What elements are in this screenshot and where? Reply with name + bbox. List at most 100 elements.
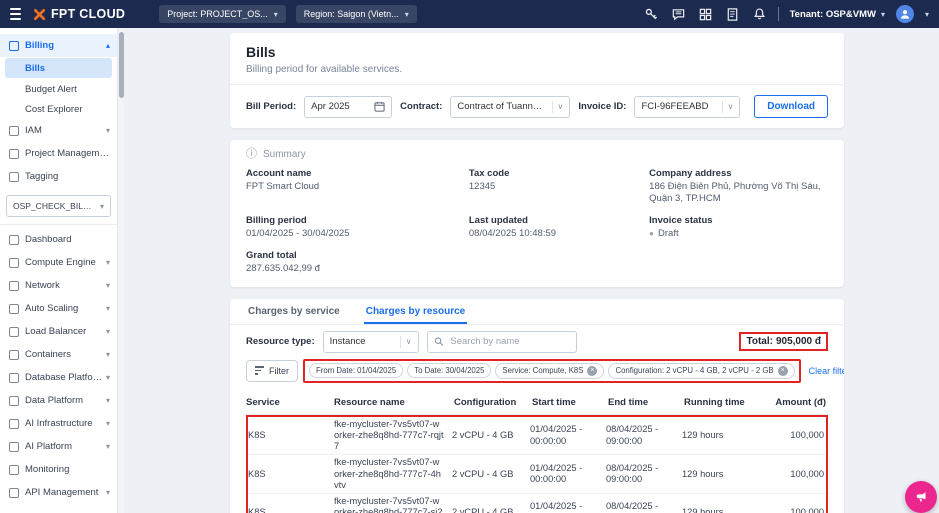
contract-select[interactable]: Contract of Tuannn52... ∨ (450, 96, 570, 118)
sidebar-item-data-platform[interactable]: Data Platform▾ (0, 389, 117, 412)
chevron-down-icon: ∨ (728, 102, 734, 111)
filter-chip-from-date: From Date: 01/04/2025 (309, 363, 403, 378)
sidebar-item-monitoring[interactable]: Monitoring (0, 458, 117, 481)
annotation-chips-box: From Date: 01/04/2025 To Date: 30/04/2025… (303, 359, 801, 383)
monitoring-icon (9, 465, 19, 475)
column-header-running-time: Running time (684, 395, 764, 410)
sidebar-scope-select[interactable]: OSP_CHECK_BILL_001▾ (6, 195, 111, 217)
sidebar-item-label: Compute Engine (25, 257, 103, 268)
sidebar-item-database-platform[interactable]: Database Platform▾ (0, 366, 117, 389)
sidebar-item-load-balancer[interactable]: Load Balancer▾ (0, 320, 117, 343)
chevron-down-icon: ▾ (106, 126, 110, 135)
sidebar-item-label: Data Platform (25, 395, 103, 406)
tagging-icon (9, 172, 19, 182)
ai-infrastructure-icon (9, 419, 19, 429)
billing-icon (9, 41, 19, 51)
sidebar-item-label: Dashboard (25, 234, 110, 245)
table-row: K8Sfke-mycluster-7vs5vt07-worker-zhe8q8h… (248, 417, 826, 455)
notification-bell-icon[interactable] (752, 7, 767, 22)
remove-chip-icon[interactable]: × (778, 366, 788, 376)
summary-field-account-name: Account nameFPT Smart Cloud (246, 168, 459, 205)
chevron-down-icon: ▾ (274, 10, 278, 19)
topbar: FPT CLOUD Project: PROJECT_OS... ▾ Regio… (0, 0, 939, 28)
summary-field-grand-total: Grand total287.635.042,99 đ (246, 250, 459, 275)
sidebar-item-ai-platform[interactable]: AI Platform▾ (0, 435, 117, 458)
tenant-label: Tenant: OSP&VMW (790, 9, 876, 20)
cell-running-time: 129 hours (682, 505, 762, 513)
column-header-configuration: Configuration (454, 395, 532, 410)
sidebar-item-label: Tagging (25, 171, 110, 182)
sidebar-item-compute-engine[interactable]: Compute Engine▾ (0, 251, 117, 274)
resource-type-select[interactable]: Instance ∨ (323, 331, 419, 353)
summary-field-label: Account name (246, 168, 459, 179)
user-avatar-icon (899, 8, 911, 20)
dashboard-icon (9, 235, 19, 245)
remove-chip-icon[interactable]: × (587, 366, 597, 376)
tab-charges-by-resource[interactable]: Charges by resource (364, 299, 468, 324)
download-button[interactable]: Download (754, 95, 828, 118)
sidebar-item-api-management[interactable]: API Management▾ (0, 481, 117, 504)
document-icon[interactable] (725, 7, 740, 22)
sidebar-item-billing[interactable]: Billing▴ (0, 34, 117, 57)
column-header-end-time: End time (608, 395, 684, 410)
filter-chip-configuration: Configuration: 2 vCPU - 4 GB, 2 vCPU - 2… (608, 363, 794, 379)
chevron-down-icon: ▾ (106, 258, 110, 267)
summary-field-label: Company address (649, 168, 828, 179)
chevron-down-icon: ▾ (106, 373, 110, 382)
sidebar-item-auto-scaling[interactable]: Auto Scaling▾ (0, 297, 117, 320)
apps-grid-icon[interactable] (698, 7, 713, 22)
region-selector[interactable]: Region: Saigon (Vietn... ▾ (296, 5, 417, 23)
filter-chip-label: To Date: 30/04/2025 (414, 366, 484, 375)
cell-amount: 100,000 (762, 505, 826, 513)
charges-tabs: Charges by service Charges by resource (230, 299, 844, 325)
filter-button[interactable]: Filter (246, 360, 298, 382)
sidebar-item-label: Billing (25, 40, 103, 51)
menu-toggle-button[interactable] (8, 6, 23, 22)
main-content: Bills Billing period for available servi… (124, 28, 939, 513)
sidebar-item-label: Monitoring (25, 464, 110, 475)
cell-running-time: 129 hours (682, 428, 762, 443)
sidebar-item-project-management[interactable]: Project Management (0, 142, 117, 165)
summary-title: Summary (263, 149, 306, 160)
sidebar-item-dashboard[interactable]: Dashboard (0, 228, 117, 251)
invoice-id-select[interactable]: FCI-96FEEABD ∨ (634, 96, 740, 118)
charges-card: Charges by serviceCharges by resource Re… (230, 299, 844, 513)
iam-icon (9, 126, 19, 136)
bill-period-input[interactable]: Apr 2025 (304, 96, 392, 118)
brand-logo[interactable]: FPT CLOUD (33, 7, 125, 21)
resource-type-value: Instance (330, 336, 395, 347)
sidebar-item-tagging[interactable]: Tagging (0, 165, 117, 188)
sidebar-item-bills[interactable]: Bills (5, 58, 112, 78)
chat-icon[interactable] (671, 7, 686, 22)
total-label: Total: (746, 336, 772, 347)
chevron-down-icon: ▾ (106, 419, 110, 428)
cell-configuration: 2 vCPU - 4 GB (452, 505, 530, 513)
tab-charges-by-service[interactable]: Charges by service (246, 299, 342, 324)
project-selector[interactable]: Project: PROJECT_OS... ▾ (159, 5, 286, 23)
cell-end-time: 08/04/2025 - 09:00:00 (606, 499, 682, 513)
filter-chip-label: Service: Compute, K8S (502, 366, 583, 375)
sidebar-item-cost-explorer[interactable]: Cost Explorer (0, 99, 117, 119)
select-divider (722, 101, 723, 113)
cell-service: K8S (248, 428, 334, 443)
cell-configuration: 2 vCPU - 4 GB (452, 428, 530, 443)
bill-period-label: Bill Period: (246, 101, 296, 112)
chevron-up-icon: ▴ (106, 41, 110, 50)
cell-end-time: 08/04/2025 - 09:00:00 (606, 422, 682, 448)
sidebar-item-network[interactable]: Network▾ (0, 274, 117, 297)
compute-engine-icon (9, 258, 19, 268)
tenant-selector[interactable]: Tenant: OSP&VMW ▾ (790, 9, 885, 20)
search-input[interactable] (448, 335, 569, 348)
sidebar-item-iam[interactable]: IAM▾ (0, 119, 117, 142)
clear-filters-link[interactable]: Clear filters (809, 366, 844, 376)
support-chat-button[interactable] (905, 481, 937, 513)
sidebar-item-budget-alert[interactable]: Budget Alert (0, 79, 117, 99)
key-icon[interactable] (644, 7, 659, 22)
select-divider (400, 336, 401, 348)
sidebar-item-ai-infrastructure[interactable]: AI Infrastructure▾ (0, 412, 117, 435)
column-header-start-time: Start time (532, 395, 608, 410)
user-avatar[interactable] (896, 5, 914, 23)
sidebar-item-containers[interactable]: Containers▾ (0, 343, 117, 366)
invoice-id-value: FCI-96FEEABD (641, 101, 716, 112)
sidebar-item-label: Cost Explorer (25, 104, 110, 115)
